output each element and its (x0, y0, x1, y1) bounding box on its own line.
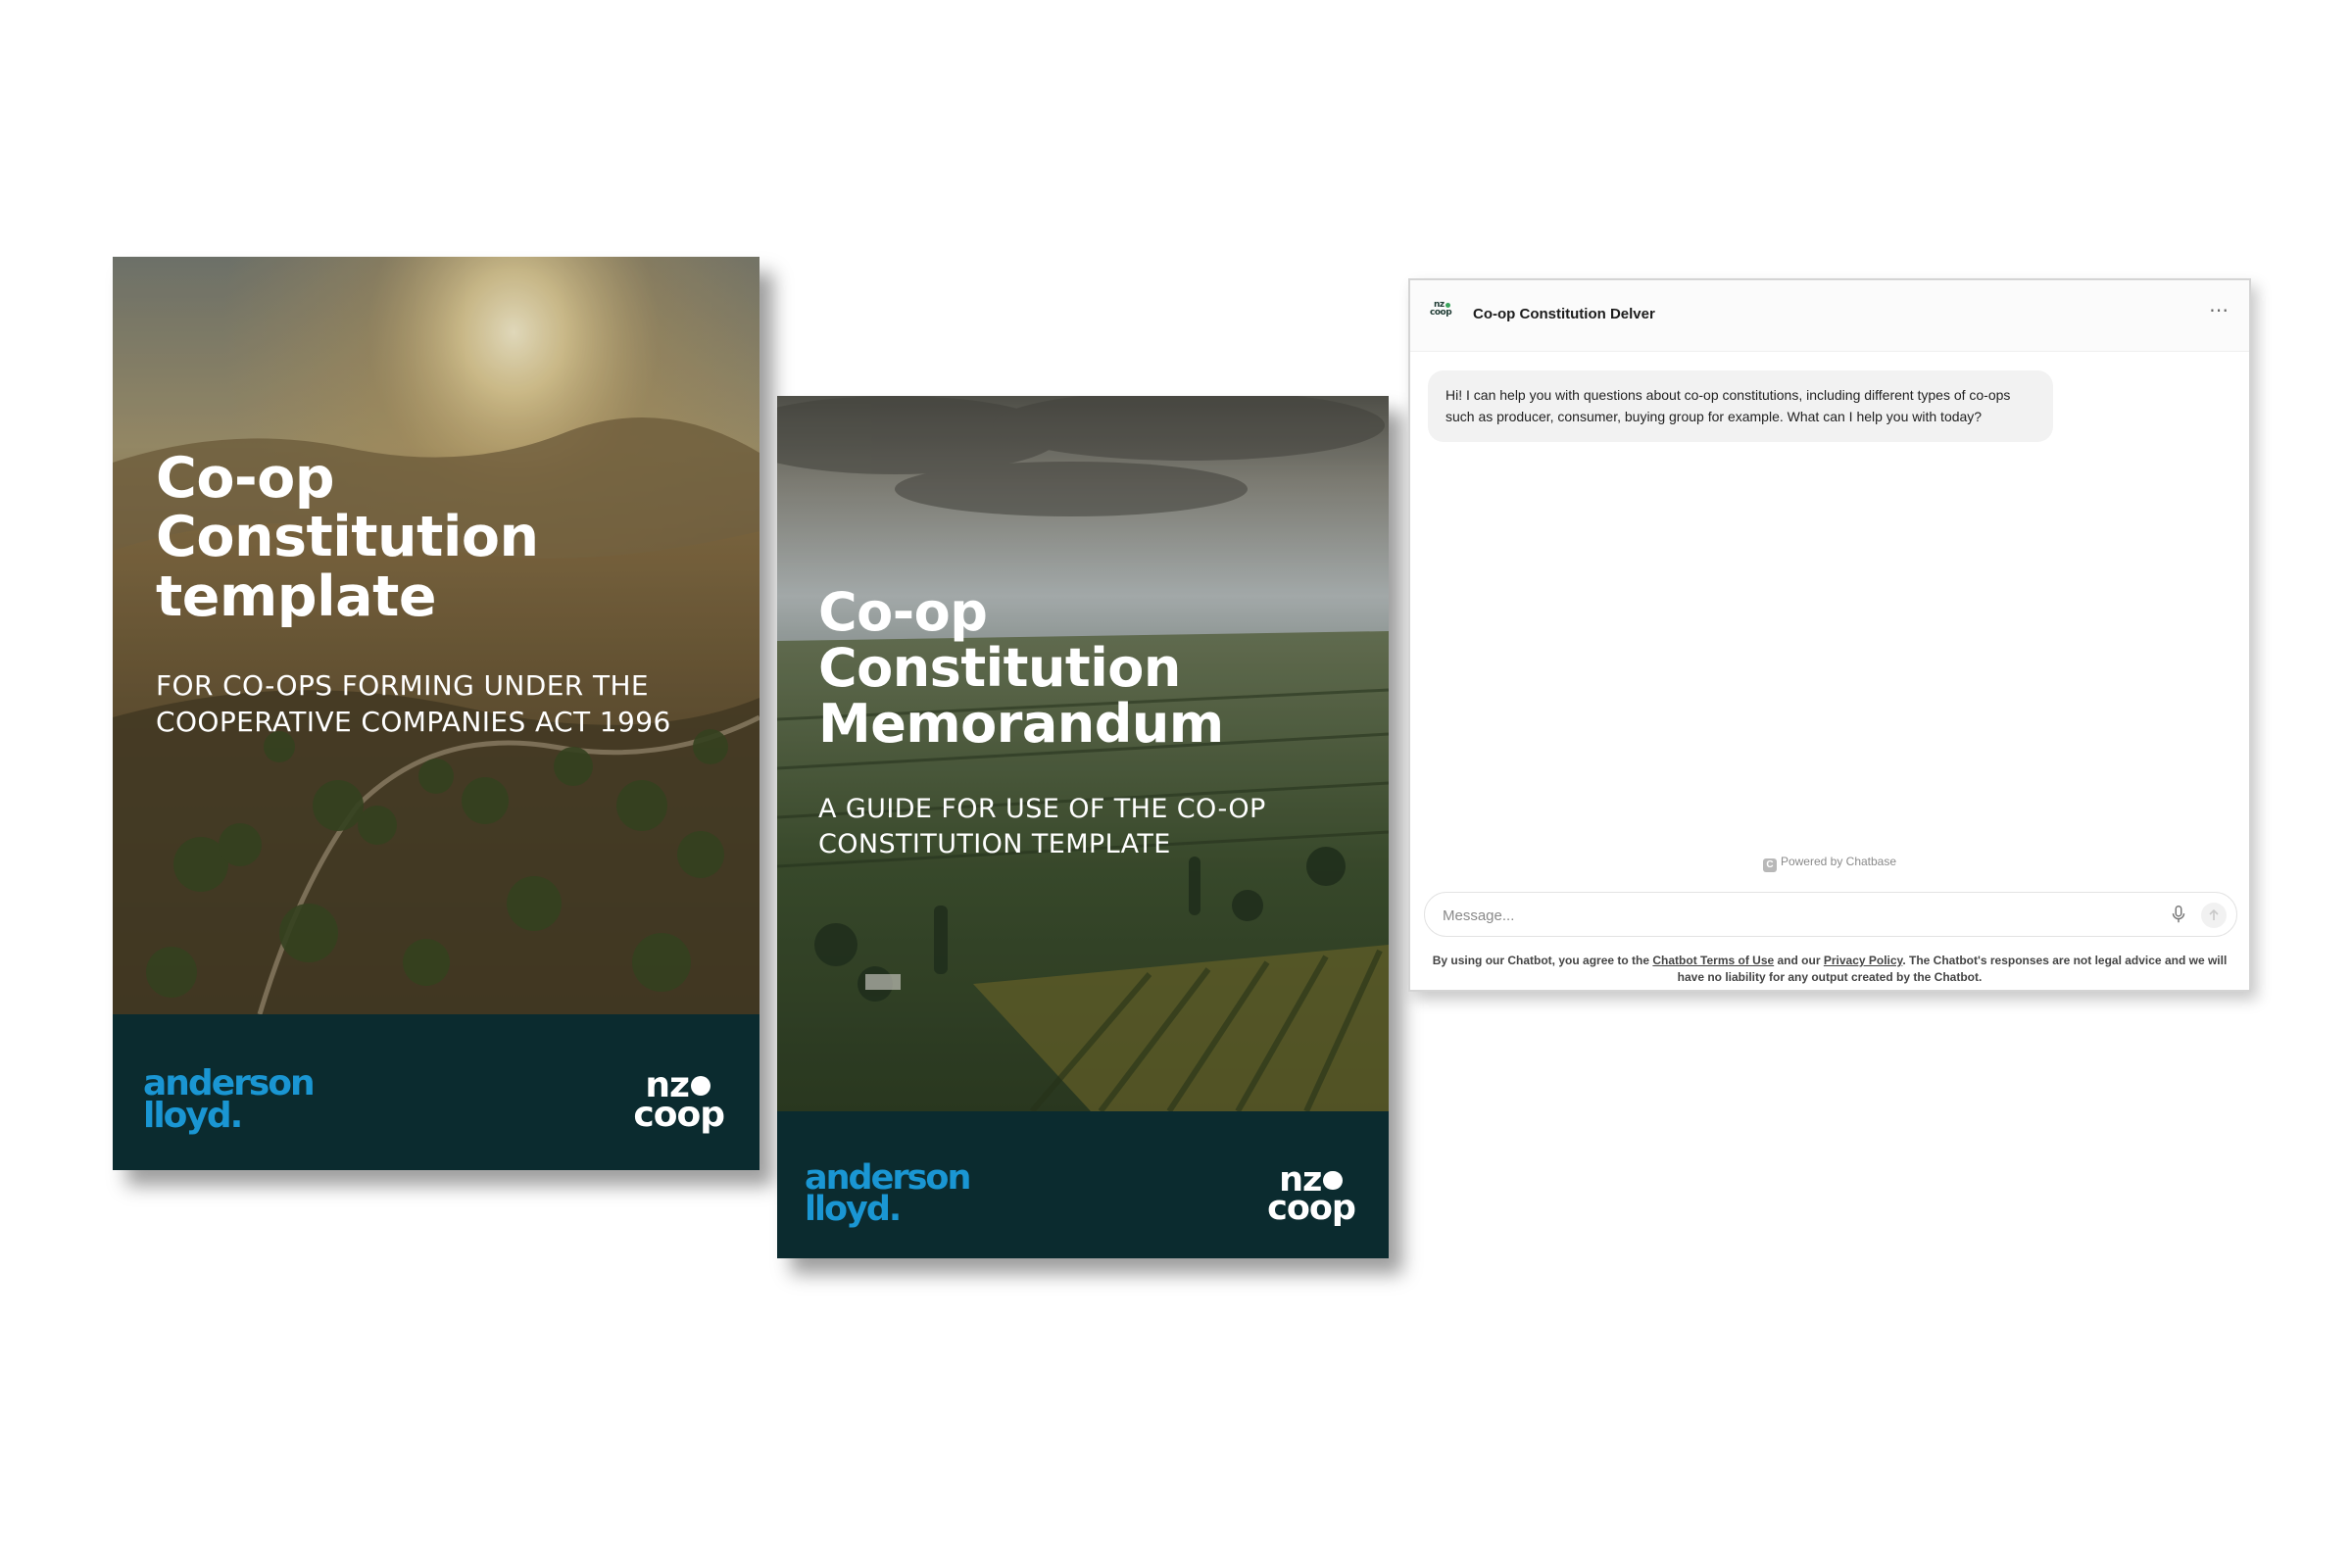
cover-subtitle: A guide for use of the co-op constitutio… (818, 793, 1266, 859)
cover-footer: anderson lloyd. nz coop (777, 1111, 1389, 1258)
terms-of-use-link[interactable]: Chatbot Terms of Use (1652, 954, 1774, 967)
anderson-lloyd-logo: anderson lloyd. (143, 1063, 316, 1137)
microphone-icon[interactable] (2168, 904, 2189, 925)
chat-header: nz coop Co-op Constitution Delver ⋯ (1410, 280, 2249, 352)
cover-text-block: Co-op Constitution Memorandum A guide fo… (818, 584, 1367, 862)
arrow-up-icon (2209, 908, 2219, 920)
chat-title: Co-op Constitution Delver (1473, 306, 1655, 322)
chatbase-logo-icon: C (1762, 858, 1777, 872)
brochure-cover-constitution-memorandum: Co-op Constitution Memorandum A guide fo… (777, 396, 1389, 1258)
brochure-cover-constitution-template: Co-op Constitution template For co-ops f… (113, 257, 760, 1170)
ellipsis-icon[interactable]: ⋯ (2209, 298, 2230, 322)
nz-coop-logo: nz coop (633, 1065, 725, 1135)
privacy-policy-link[interactable]: Privacy Policy (1824, 954, 1903, 967)
bot-message-bubble: Hi! I can help you with questions about … (1428, 370, 2053, 442)
powered-by-label[interactable]: C Powered by Chatbase (1410, 855, 2249, 872)
send-icon[interactable] (2201, 903, 2227, 928)
logo-dot-icon (1323, 1170, 1343, 1191)
chatbot-window: nz coop Co-op Constitution Delver ⋯ Hi! … (1408, 278, 2251, 992)
cover-footer: anderson lloyd. nz coop (113, 1014, 760, 1170)
cover-title: Co-op Constitution Memorandum (818, 581, 1224, 756)
bot-avatar: nz coop (1430, 300, 1452, 318)
legal-disclaimer: By using our Chatbot, you agree to the C… (1432, 954, 2228, 985)
logo-dot-icon (691, 1075, 711, 1096)
cover-title: Co-op Constitution template (156, 446, 539, 629)
nz-coop-logo: nz coop (1267, 1160, 1356, 1228)
cover-subtitle: For co-ops forming under the Cooperative… (156, 669, 671, 739)
anderson-lloyd-logo: anderson lloyd. (805, 1158, 971, 1230)
message-composer (1424, 892, 2237, 937)
message-input[interactable] (1441, 902, 2131, 929)
cover-text-block: Co-op Constitution template For co-ops f… (156, 449, 734, 741)
